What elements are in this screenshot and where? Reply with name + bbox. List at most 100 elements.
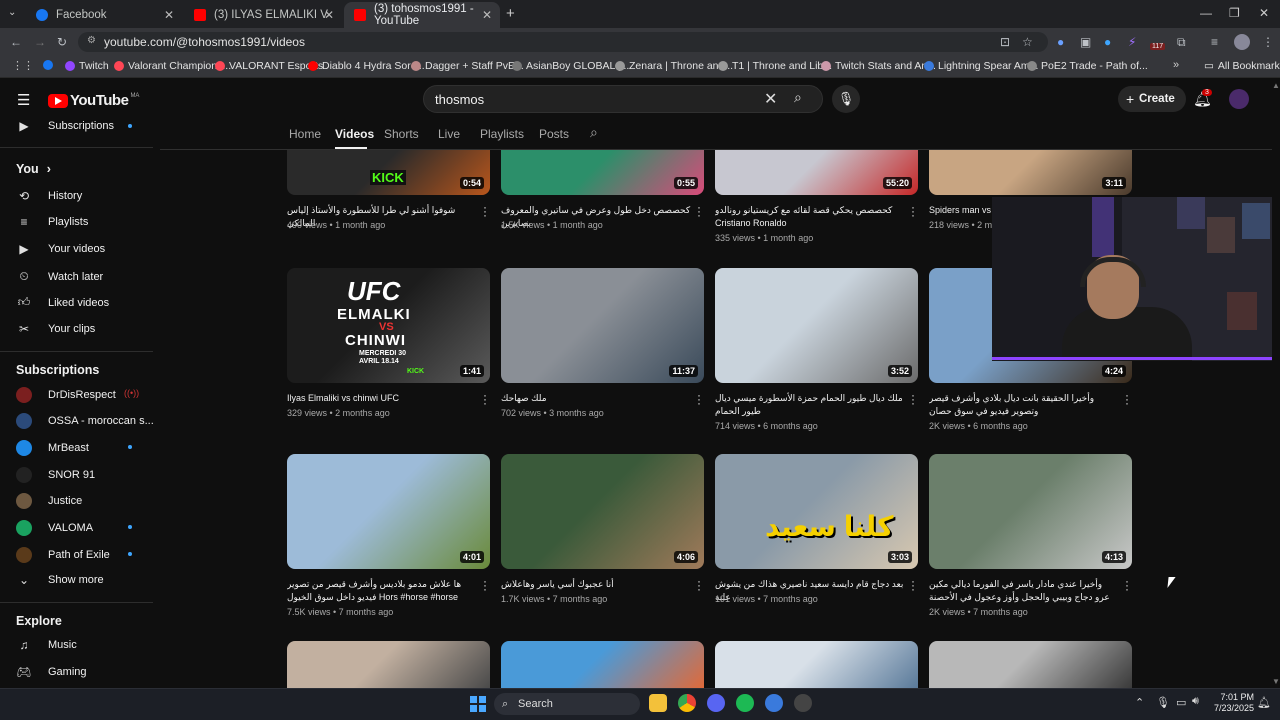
reload-icon[interactable]: ↻ [57, 35, 67, 49]
tab-home[interactable]: Home [289, 127, 321, 141]
more-options-icon[interactable]: ··· [910, 201, 916, 221]
windows-start-icon[interactable] [470, 696, 486, 712]
bookmark-item[interactable]: Diablo 4 Hydra Sorc... [308, 60, 425, 72]
bookmark-item[interactable]: Zenara | Throne and... [615, 60, 733, 72]
sidebar-item-watch-later[interactable]: ⏲ Watch later [16, 269, 103, 284]
more-bookmarks-icon[interactable]: » [1173, 59, 1179, 71]
tab-live[interactable]: Live [438, 127, 460, 141]
more-options-icon[interactable]: ··· [482, 575, 488, 595]
account-avatar[interactable] [1229, 89, 1249, 109]
more-options-icon[interactable]: ··· [482, 389, 488, 409]
youtube-logo[interactable]: YouTube MA [48, 92, 139, 109]
bookmark-item[interactable]: Lightning Spear Am... [924, 60, 1038, 72]
sidebar-item-history[interactable]: ⟲ History [16, 189, 82, 203]
extension-1-icon[interactable]: ● [1057, 35, 1064, 49]
spotify-icon[interactable] [736, 694, 754, 712]
subscription-item[interactable]: SNOR 91 [16, 467, 95, 483]
all-bookmarks[interactable]: ▭ All Bookmarks [1204, 60, 1280, 72]
video-thumbnail[interactable]: 1:41 [287, 268, 490, 383]
more-options-icon[interactable]: ··· [910, 575, 916, 595]
video-thumbnail[interactable] [929, 641, 1132, 688]
sidebar-item-your-videos[interactable]: ▶ Your videos [16, 242, 105, 256]
clear-search-icon[interactable]: ✕ [764, 89, 777, 109]
chrome-icon[interactable] [678, 694, 696, 712]
subscription-item[interactable]: Path of Exile [16, 547, 110, 563]
video-thumbnail[interactable] [287, 641, 490, 688]
address-bar[interactable]: ⚙ youtube.com/@tohosmos1991/videos [78, 32, 1048, 52]
volume-icon[interactable]: 🔊︎ [1192, 695, 1199, 708]
site-info-icon[interactable]: ⚙ [87, 35, 96, 46]
more-options-icon[interactable]: ··· [482, 201, 488, 221]
more-options-icon[interactable]: ··· [696, 575, 702, 595]
extension-badge[interactable]: 117 [1150, 43, 1166, 50]
bookmark-star-icon[interactable]: ☆ [1022, 35, 1033, 49]
video-title[interactable]: Ilyas Elmaliki vs chinwi UFC [287, 392, 477, 405]
sidebar-item-subscriptions[interactable]: ▶ Subscriptions [16, 119, 114, 133]
video-thumbnail[interactable]: 3:52 [715, 268, 918, 383]
show-more-button[interactable]: ⌄ Show more [16, 573, 104, 587]
close-tab-icon[interactable]: ✕ [324, 8, 334, 22]
bookmark-item[interactable]: VALORANT Esports [215, 60, 323, 72]
video-thumbnail[interactable]: 3:11 [929, 150, 1132, 195]
tab-shorts[interactable]: Shorts [384, 127, 419, 141]
notification-center-icon[interactable]: 🔔︎ [1257, 696, 1271, 709]
tab-tohosmos[interactable]: (3) tohosmos1991 - YouTube ✕ [344, 2, 500, 28]
tab-videos[interactable]: Videos [335, 127, 374, 141]
profile-avatar[interactable] [1234, 34, 1250, 50]
more-options-icon[interactable]: ··· [910, 389, 916, 409]
subscription-item[interactable]: DrDisRespect [16, 387, 116, 403]
tray-chevron-icon[interactable]: ⌃ [1135, 696, 1144, 709]
bookmark-item[interactable]: Valorant Champions... [114, 60, 231, 72]
extension-3-icon[interactable]: ● [1104, 35, 1111, 49]
sidebar-item-your-clips[interactable]: ✂ Your clips [16, 322, 95, 336]
tab-playlists[interactable]: Playlists [480, 127, 524, 141]
menu-icon[interactable]: ⋮ [1262, 35, 1274, 49]
subscription-item[interactable]: VALOMA [16, 520, 93, 536]
forward-icon[interactable]: → [34, 35, 46, 49]
voice-search-icon[interactable]: 🎙 [832, 85, 860, 113]
search-icon[interactable]: ⌕ [794, 89, 802, 106]
obs-icon[interactable] [794, 694, 812, 712]
scrollbar[interactable]: ▲ ▼ [1272, 81, 1280, 688]
video-thumbnail[interactable]: 4:06 [501, 454, 704, 569]
video-thumbnail[interactable]: 4:13 [929, 454, 1132, 569]
file-explorer-icon[interactable] [649, 694, 667, 712]
create-button[interactable]: + Create [1118, 86, 1186, 112]
extensions-icon[interactable]: ⧉ [1177, 35, 1186, 50]
close-tab-icon[interactable]: ✕ [482, 8, 492, 22]
clock[interactable]: 7:01 PM 7/23/2025 [1212, 692, 1254, 714]
new-tab-button[interactable]: + [506, 5, 515, 22]
video-title[interactable]: ملك ديال طيور الحمام حمزة الأسطورة ميسي … [715, 392, 905, 418]
subscription-item[interactable]: MrBeast [16, 440, 89, 456]
bookmark-item[interactable]: Dagger + Staff PvE... [411, 60, 524, 72]
more-options-icon[interactable]: ··· [696, 201, 702, 221]
apps-icon[interactable]: ⋮⋮ [12, 59, 34, 72]
video-title[interactable]: ملك صهاحك [501, 392, 691, 405]
sidebar-you-heading[interactable]: You › [16, 162, 51, 176]
discord-icon[interactable] [707, 694, 725, 712]
sidebar-item-gaming[interactable]: 🎮︎ Gaming [16, 665, 86, 679]
extension-4-icon[interactable]: ⚡ [1128, 35, 1136, 49]
media-icon[interactable]: ≡ [1211, 35, 1218, 49]
tab-facebook[interactable]: Facebook ✕ [26, 2, 182, 28]
tab-ilyas[interactable]: (3) ILYAS ELMALIKI VS AHMED ✕ [184, 2, 342, 28]
close-window-icon[interactable]: ✕ [1259, 6, 1269, 20]
subscription-item[interactable]: OSSA - moroccan s... [16, 413, 154, 429]
video-thumbnail[interactable]: 4:01 [287, 454, 490, 569]
more-options-icon[interactable]: ··· [696, 389, 702, 409]
video-thumbnail[interactable]: 55:20 [715, 150, 918, 195]
more-options-icon[interactable]: ··· [1124, 575, 1130, 595]
scroll-down-icon[interactable]: ▼ [1272, 677, 1280, 686]
subscription-item[interactable]: Justice [16, 493, 82, 509]
video-thumbnail[interactable]: 11:37 [501, 268, 704, 383]
app-icon[interactable] [765, 694, 783, 712]
search-input[interactable]: thosmos ✕ ⌕ [423, 85, 823, 113]
restore-icon[interactable]: ❐ [1229, 6, 1240, 20]
taskbar-search[interactable]: ⌕ Search [494, 693, 640, 715]
video-title[interactable]: وأخيرا عندي مادار ياسر في الفورما ديالي … [929, 578, 1119, 604]
tab-search-icon[interactable]: ⌄ [8, 7, 16, 18]
extension-2-icon[interactable]: ▣ [1080, 35, 1091, 49]
install-icon[interactable]: ⊡ [1000, 35, 1010, 49]
bookmark-item[interactable]: AsianBoy GLOBAL |... [512, 60, 629, 72]
video-title[interactable]: ها علاش مدمو بلاديس وأشرف قيصر من تصوير … [287, 578, 477, 604]
